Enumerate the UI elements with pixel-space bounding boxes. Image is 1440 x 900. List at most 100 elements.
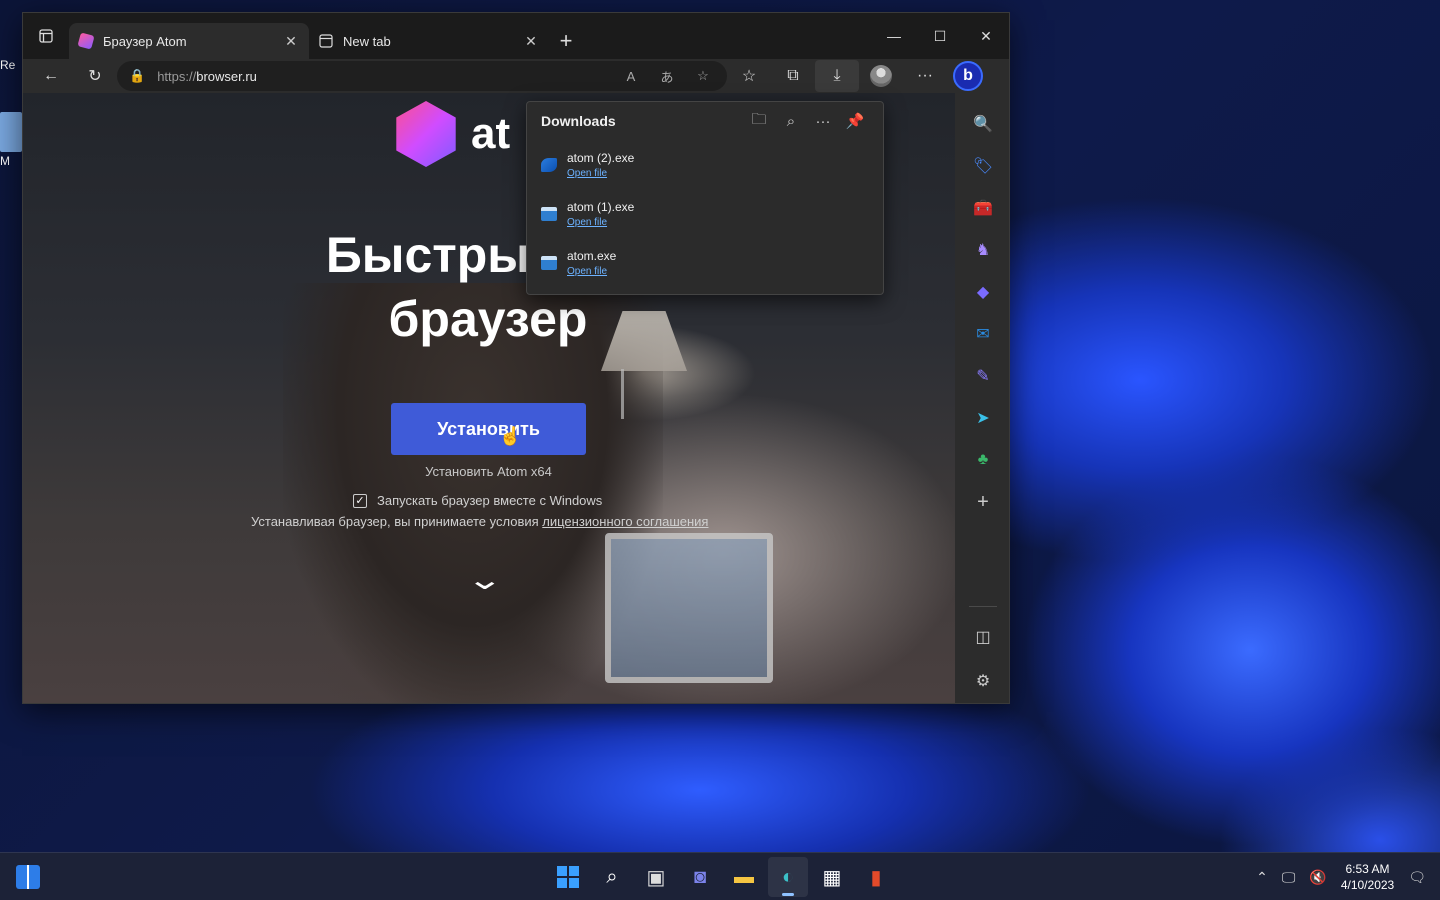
downloads-header: Downloads 🗀 ⌕ ··· 📌 bbox=[527, 102, 883, 140]
minimize-button[interactable]: — bbox=[871, 13, 917, 59]
license-link[interactable]: лицензионного соглашения bbox=[542, 514, 708, 529]
sidebar-tools-icon[interactable]: 🧰 bbox=[965, 190, 1001, 226]
address-bar[interactable]: 🔒 https://browser.ru A͏ あ ☆ bbox=[117, 61, 727, 91]
refresh-button[interactable]: ↻ bbox=[73, 60, 117, 92]
sidebar-microsoft365-icon[interactable]: ◆ bbox=[965, 274, 1001, 310]
more-options-icon[interactable]: ··· bbox=[807, 113, 839, 130]
navigation-toolbar: ← ↻ 🔒 https://browser.ru A͏ あ ☆ ☆ ⧉ ⤓ ··… bbox=[23, 59, 1009, 93]
atom-logo[interactable]: at bbox=[393, 101, 510, 167]
show-hidden-icons-chevron-icon[interactable]: ⌃ bbox=[1256, 869, 1268, 886]
start-button[interactable] bbox=[548, 857, 588, 897]
mouse-cursor-icon: ☝ bbox=[499, 426, 522, 446]
sidebar-hide-icon[interactable]: ◫ bbox=[965, 619, 1001, 655]
edge-button[interactable]: ◐ bbox=[768, 857, 808, 897]
download-filename: atom (1).exe bbox=[567, 199, 635, 214]
sidebar-tree-icon[interactable]: ♣ bbox=[965, 442, 1001, 478]
open-file-link[interactable]: Open file bbox=[567, 217, 634, 228]
sidebar-shopping-icon[interactable]: 🏷 bbox=[965, 148, 1001, 184]
file-icon bbox=[541, 157, 557, 172]
notifications-icon[interactable]: 🗨 bbox=[1408, 869, 1426, 886]
window-controls: — ☐ ✕ bbox=[871, 13, 1009, 59]
refresh-icon: ↻ bbox=[88, 68, 102, 85]
downloads-panel: Downloads 🗀 ⌕ ··· 📌 atom (2).exe Open fi… bbox=[526, 101, 884, 295]
search-icon: ⌕ bbox=[606, 865, 618, 888]
autostart-option[interactable]: ✓ Запускать браузер вместе с Windows bbox=[353, 493, 602, 508]
volume-muted-icon[interactable]: 🔇 bbox=[1309, 869, 1326, 886]
close-window-button[interactable]: ✕ bbox=[963, 13, 1009, 59]
tab-title: Браузер Atom bbox=[103, 33, 187, 49]
atom-gem-icon bbox=[396, 101, 456, 167]
taskbar-apps: ⌕ ▣ ◙ ▬ ◐ ▦ ▮ bbox=[548, 857, 896, 897]
sidebar-settings-icon[interactable]: ⚙ bbox=[965, 663, 1001, 699]
office-button[interactable]: ▮ bbox=[856, 857, 896, 897]
profile-button[interactable] bbox=[859, 60, 903, 92]
download-icon: ⤓ bbox=[833, 67, 841, 84]
add-favorite-icon[interactable]: ☆ bbox=[691, 68, 715, 84]
collections-button[interactable]: ⧉ bbox=[771, 60, 815, 92]
install-button[interactable]: Установить bbox=[391, 403, 586, 455]
widgets-icon[interactable] bbox=[16, 865, 40, 889]
lock-icon: 🔒 bbox=[129, 68, 146, 83]
bing-chat-button[interactable]: b bbox=[953, 61, 983, 91]
pin-icon[interactable]: 📌 bbox=[839, 112, 871, 130]
background-monitor bbox=[605, 533, 773, 683]
chat-button[interactable]: ◙ bbox=[680, 857, 720, 897]
url-protocol: https:// bbox=[157, 68, 197, 84]
license-notice: Устанавливая браузер, вы принимаете усло… bbox=[251, 514, 708, 529]
read-aloud-icon[interactable]: A͏ bbox=[619, 69, 643, 84]
tab-title: New tab bbox=[343, 33, 391, 49]
network-icon[interactable]: 🖵 bbox=[1282, 869, 1296, 886]
clock-time: 6:53 AM bbox=[1345, 862, 1390, 876]
bing-icon: b bbox=[963, 67, 973, 84]
clock[interactable]: 6:53 AM 4/10/2023 bbox=[1341, 861, 1394, 893]
search-downloads-icon[interactable]: ⌕ bbox=[775, 113, 807, 130]
sidebar-drop-icon[interactable]: ✎ bbox=[965, 358, 1001, 394]
edge-icon: ◐ bbox=[781, 865, 795, 888]
downloads-button[interactable]: ⤓ bbox=[815, 60, 859, 92]
store-button[interactable]: ▦ bbox=[812, 857, 852, 897]
sidebar-search-icon[interactable]: 🔍 bbox=[965, 106, 1001, 142]
open-folder-icon[interactable]: 🗀 bbox=[743, 109, 775, 134]
new-tab-button[interactable]: + bbox=[549, 23, 583, 59]
sidebar-outlook-icon[interactable]: ✉ bbox=[965, 316, 1001, 352]
edge-sidebar: 🔍 🏷 🧰 ♞ ◆ ✉ ✎ ➤ ♣ + ◫ ⚙ bbox=[955, 93, 1009, 703]
sidebar-divider bbox=[969, 606, 997, 607]
atom-favicon-icon bbox=[77, 32, 95, 50]
open-file-link[interactable]: Open file bbox=[567, 266, 616, 277]
open-file-link[interactable]: Open file bbox=[567, 168, 634, 179]
folder-icon: ▬ bbox=[734, 865, 754, 888]
download-item[interactable]: atom (2).exe Open file bbox=[527, 140, 883, 189]
office-icon: ▮ bbox=[870, 866, 882, 889]
sidebar-add-icon[interactable]: + bbox=[965, 484, 1001, 520]
download-filename: atom (2).exe bbox=[567, 150, 635, 165]
install-subtitle: Установить Atom x64 bbox=[425, 464, 552, 479]
tab-atom[interactable]: Браузер Atom ✕ bbox=[69, 23, 309, 59]
favorites-button[interactable]: ☆ bbox=[727, 60, 771, 92]
tab-close-icon[interactable]: ✕ bbox=[523, 33, 539, 50]
back-button[interactable]: ← bbox=[29, 60, 73, 92]
scroll-down-chevron-icon[interactable]: ⌄ bbox=[466, 563, 504, 596]
task-view-button[interactable]: ▣ bbox=[636, 857, 676, 897]
tab-close-icon[interactable]: ✕ bbox=[283, 33, 299, 50]
windows-logo-icon bbox=[557, 866, 579, 888]
teams-chat-icon: ◙ bbox=[693, 865, 707, 888]
more-button[interactable]: ··· bbox=[903, 60, 947, 92]
browser-window: Браузер Atom ✕ New tab ✕ + — ☐ ✕ ← ↻ 🔒 h… bbox=[22, 12, 1010, 704]
download-item[interactable]: atom (1).exe Open file bbox=[527, 189, 883, 238]
tab-new-tab[interactable]: New tab ✕ bbox=[309, 23, 549, 59]
download-item[interactable]: atom.exe Open file bbox=[527, 238, 883, 287]
desktop-icon-recycle-bin[interactable]: Re bbox=[0, 58, 24, 72]
translate-icon[interactable]: あ bbox=[655, 67, 679, 86]
tab-actions-icon bbox=[39, 29, 53, 43]
sidebar-games-icon[interactable]: ♞ bbox=[965, 232, 1001, 268]
search-button[interactable]: ⌕ bbox=[592, 857, 632, 897]
maximize-button[interactable]: ☐ bbox=[917, 13, 963, 59]
sidebar-telegram-icon[interactable]: ➤ bbox=[965, 400, 1001, 436]
autostart-checkbox[interactable]: ✓ bbox=[353, 493, 367, 508]
task-view-icon: ▣ bbox=[646, 866, 666, 889]
tab-actions-button[interactable] bbox=[23, 13, 69, 59]
desktop-icon-shortcut[interactable]: M bbox=[0, 112, 24, 168]
desktop-icon-label: M bbox=[0, 154, 10, 168]
file-explorer-button[interactable]: ▬ bbox=[724, 857, 764, 897]
url-host: browser.ru bbox=[196, 68, 257, 84]
